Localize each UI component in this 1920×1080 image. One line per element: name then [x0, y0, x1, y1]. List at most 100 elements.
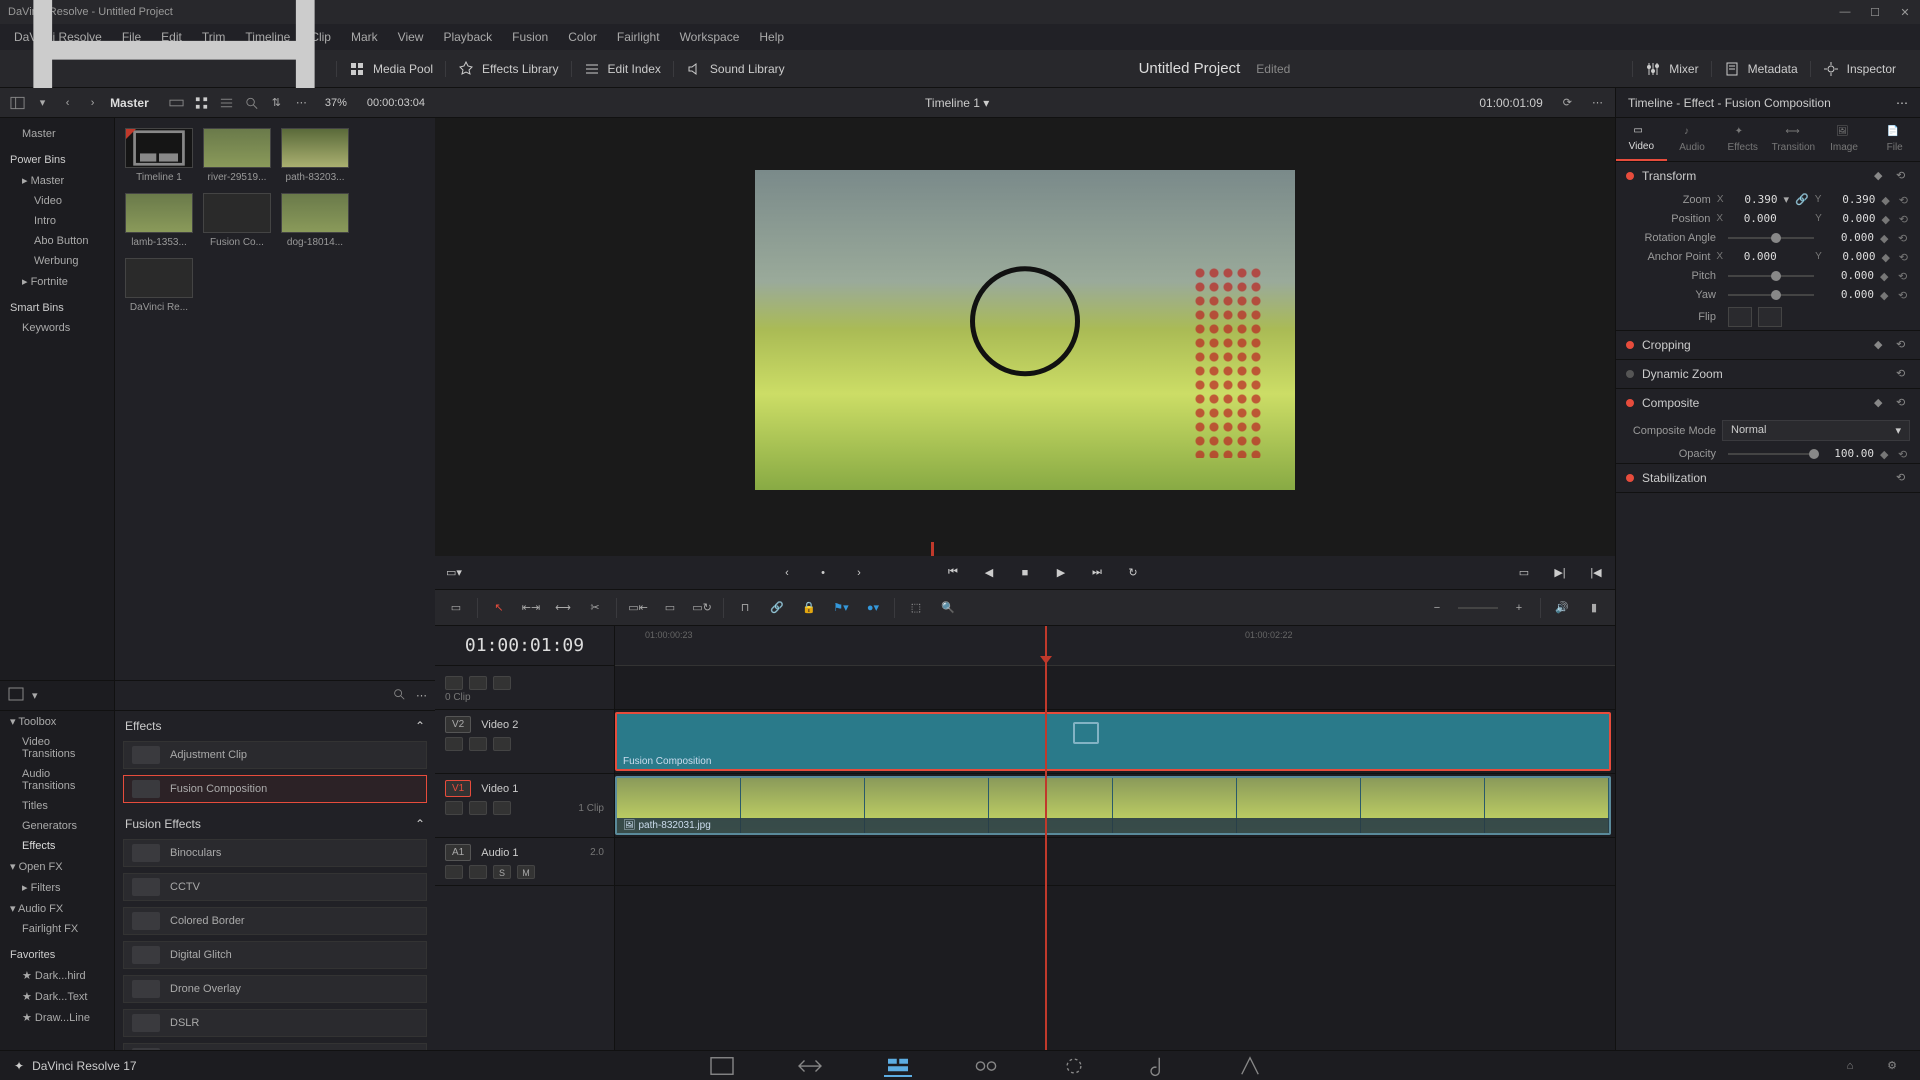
- page-color-icon[interactable]: [1060, 1055, 1088, 1077]
- playhead[interactable]: [1045, 626, 1047, 1050]
- inspector-more-icon[interactable]: ⋯: [1896, 96, 1908, 110]
- zoom-x-input[interactable]: 0.390: [1732, 193, 1777, 206]
- keyframe-icon[interactable]: ◆: [1874, 396, 1888, 410]
- tree-fortnite[interactable]: ▸ Fortnite: [0, 271, 114, 292]
- reset-icon[interactable]: ⟲: [1896, 471, 1910, 485]
- pitch-slider[interactable]: [1728, 275, 1814, 277]
- tl-search-icon[interactable]: 🔍: [937, 597, 959, 619]
- stop-icon[interactable]: ■: [1016, 564, 1034, 582]
- inspector-tab-effects[interactable]: ✦Effects: [1717, 118, 1768, 161]
- tree-abo-button[interactable]: Abo Button: [0, 231, 114, 251]
- menu-fusion[interactable]: Fusion: [502, 26, 558, 48]
- transform-enable-dot[interactable]: [1626, 172, 1634, 180]
- anchor-y-input[interactable]: 0.000: [1830, 250, 1875, 263]
- viewer-timecode[interactable]: 01:00:01:09: [1479, 96, 1542, 110]
- viewer-dropdown-icon[interactable]: ▾: [983, 96, 989, 110]
- yaw-input[interactable]: 0.000: [1826, 288, 1874, 301]
- reset-icon[interactable]: ⟲: [1898, 448, 1910, 460]
- fx-cctv[interactable]: CCTV: [123, 873, 427, 901]
- reset-icon[interactable]: ⟲: [1896, 338, 1910, 352]
- step-fwd-icon[interactable]: ▶|: [1551, 564, 1569, 582]
- tl-zoom-in-icon[interactable]: +: [1508, 597, 1530, 619]
- a1-mute-button[interactable]: M: [517, 865, 535, 879]
- fx-pane-icon[interactable]: [8, 686, 24, 705]
- maximize-button[interactable]: ☐: [1868, 5, 1882, 19]
- inspector-tab-audio[interactable]: ♪Audio: [1667, 118, 1718, 161]
- fx-dslr[interactable]: DSLR: [123, 1009, 427, 1037]
- page-fairlight-icon[interactable]: [1148, 1055, 1176, 1077]
- step-back-icon[interactable]: ◀: [980, 564, 998, 582]
- timeline-lanes[interactable]: 01:00:00:23 01:00:02:22 Fusion Compositi…: [615, 626, 1615, 1050]
- inspector-tab-image[interactable]: 🖼Image: [1819, 118, 1870, 161]
- flip-v-button[interactable]: [1758, 307, 1782, 327]
- tl-zoom-slider[interactable]: [1458, 607, 1498, 609]
- step-end-icon[interactable]: |◀: [1587, 564, 1605, 582]
- cropping-enable-dot[interactable]: [1626, 341, 1634, 349]
- fx-tree-toolbox[interactable]: ▾ Toolbox: [0, 711, 114, 732]
- home-icon[interactable]: ⌂: [1836, 1055, 1864, 1077]
- reset-icon[interactable]: ⟲: [1899, 213, 1910, 225]
- pos-y-input[interactable]: 0.000: [1830, 212, 1875, 225]
- a1-lock-icon[interactable]: [445, 865, 463, 879]
- tree-werbung[interactable]: Werbung: [0, 251, 114, 271]
- v2-auto-select-icon[interactable]: [469, 737, 487, 751]
- tl-overwrite-icon[interactable]: ▭: [659, 597, 681, 619]
- opacity-input[interactable]: 100.00: [1826, 447, 1874, 460]
- media-thumb-dog[interactable]: dog-18014...: [281, 193, 349, 248]
- rotation-slider[interactable]: [1728, 237, 1814, 239]
- settings-gear-icon[interactable]: ⚙: [1878, 1055, 1906, 1077]
- tl-replace-icon[interactable]: ▭↻: [691, 597, 713, 619]
- cropping-section-header[interactable]: Cropping◆⟲: [1616, 331, 1920, 359]
- tl-insert-icon[interactable]: ▭⇤: [627, 597, 649, 619]
- fx-fav-1[interactable]: ★ Dark...hird: [0, 965, 114, 986]
- stabilization-section-header[interactable]: Stabilization⟲: [1616, 464, 1920, 492]
- sound-library-toggle[interactable]: Sound Library: [686, 61, 785, 77]
- composite-section-header[interactable]: Composite◆⟲: [1616, 389, 1920, 417]
- tree-master-root[interactable]: Master: [0, 124, 114, 144]
- tl-flag-icon[interactable]: ⚑▾: [830, 597, 852, 619]
- reset-icon[interactable]: ⟲: [1898, 289, 1910, 301]
- tl-dynamic-trim-icon[interactable]: ⟷: [552, 597, 574, 619]
- zoom-percent[interactable]: 37%: [325, 97, 347, 109]
- keyframe-icon[interactable]: ◆: [1880, 289, 1892, 301]
- view-strip-icon[interactable]: [169, 94, 184, 112]
- clip-path-image[interactable]: 🖼 path-832031.jpg: [615, 776, 1611, 835]
- tl-arrow-tool-icon[interactable]: ↖: [488, 597, 510, 619]
- viewer-timeline-name[interactable]: Timeline 1: [925, 96, 980, 110]
- track-header-v3[interactable]: 0 Clip: [435, 666, 614, 710]
- fx-tree-audiofx[interactable]: ▾ Audio FX: [0, 898, 114, 919]
- fx-binoculars[interactable]: Binoculars: [123, 839, 427, 867]
- keyframe-icon[interactable]: ◆: [1880, 232, 1892, 244]
- tl-audio-icon[interactable]: 🔊: [1551, 597, 1573, 619]
- keyframe-icon[interactable]: ◆: [1881, 251, 1892, 263]
- chevron-down-icon[interactable]: ▾: [35, 94, 50, 112]
- dynamic-zoom-section-header[interactable]: Dynamic Zoom⟲: [1616, 360, 1920, 388]
- viewer-scrubber[interactable]: [435, 542, 1615, 556]
- goto-start-icon[interactable]: ⏮: [944, 564, 962, 582]
- a1-solo-button[interactable]: S: [493, 865, 511, 879]
- v3-disable-icon[interactable]: [493, 676, 511, 690]
- v2-track-id[interactable]: V2: [445, 716, 471, 733]
- menu-help[interactable]: Help: [749, 26, 794, 48]
- transform-section-header[interactable]: Transform◆⟲: [1616, 162, 1920, 190]
- fx-fav-3[interactable]: ★ Draw...Line: [0, 1007, 114, 1028]
- fx-fusion-composition[interactable]: Fusion Composition: [123, 775, 427, 803]
- close-button[interactable]: ✕: [1898, 5, 1912, 19]
- tl-link-icon[interactable]: 🔗: [766, 597, 788, 619]
- fx-search-icon[interactable]: [392, 687, 406, 704]
- match-frame-icon[interactable]: ▭: [1515, 564, 1533, 582]
- menu-fairlight[interactable]: Fairlight: [607, 26, 670, 48]
- media-thumb-fusion[interactable]: Fusion Co...: [203, 193, 271, 248]
- zoom-link-icon[interactable]: 🔗: [1795, 193, 1809, 206]
- reset-icon[interactable]: ⟲: [1899, 194, 1910, 206]
- tl-zoom-out-icon[interactable]: −: [1426, 597, 1448, 619]
- timeline-ruler[interactable]: 01:00:00:23 01:00:02:22: [615, 626, 1615, 666]
- minimize-button[interactable]: —: [1838, 5, 1852, 19]
- page-fusion-icon[interactable]: [972, 1055, 1000, 1077]
- keyframe-icon[interactable]: ◆: [1881, 194, 1892, 206]
- view-list-icon[interactable]: [219, 94, 234, 112]
- page-cut-icon[interactable]: [796, 1055, 824, 1077]
- fx-colored-border[interactable]: Colored Border: [123, 907, 427, 935]
- composite-enable-dot[interactable]: [1626, 399, 1634, 407]
- tl-snap-icon[interactable]: ⊓: [734, 597, 756, 619]
